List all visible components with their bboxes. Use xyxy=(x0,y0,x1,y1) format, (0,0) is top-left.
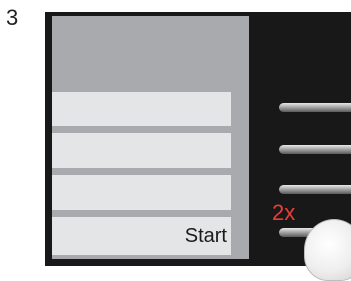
press-count-label: 2x xyxy=(272,200,296,225)
menu-row-3[interactable] xyxy=(52,175,231,210)
finger-press-icon xyxy=(304,219,351,281)
side-key-2[interactable] xyxy=(279,145,351,154)
menu-row-2[interactable] xyxy=(52,133,231,168)
menu-row-start[interactable]: Start xyxy=(52,217,231,255)
side-key-3[interactable] xyxy=(279,185,351,194)
step-number: 3 xyxy=(6,5,19,30)
side-key-1[interactable] xyxy=(279,103,351,112)
menu-row-1[interactable] xyxy=(52,92,231,126)
